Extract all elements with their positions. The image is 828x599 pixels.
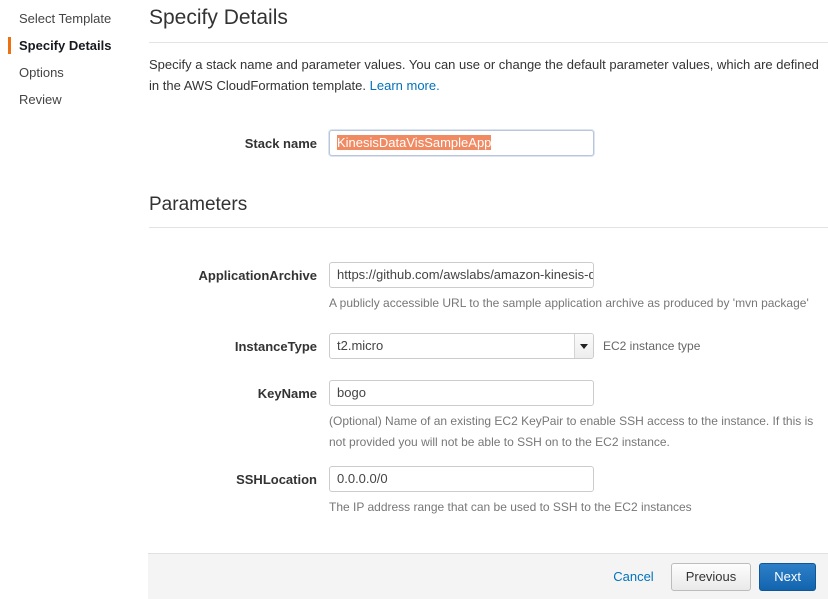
parameter-row-ssh-location: SSHLocation 0.0.0.0/0	[149, 466, 828, 494]
parameter-row-instance-type: InstanceType t2.micro EC2 instance type	[149, 333, 828, 361]
key-name-input[interactable]: bogo	[329, 380, 594, 406]
sidebar-item-label: Review	[19, 92, 62, 107]
application-archive-help-text: A publicly accessible URL to the sample …	[329, 296, 809, 310]
intro-text: Specify a stack name and parameter value…	[149, 57, 819, 93]
sidebar-item-label: Select Template	[19, 11, 112, 26]
ssh-location-field-wrap: 0.0.0.0/0	[329, 466, 828, 492]
active-step-indicator	[8, 37, 11, 54]
ssh-location-input[interactable]: 0.0.0.0/0	[329, 466, 594, 492]
instance-type-select-wrap: t2.micro	[329, 333, 594, 359]
instance-type-label: InstanceType	[234, 339, 317, 354]
ssh-location-label: SSHLocation	[236, 472, 317, 487]
ssh-location-help-text: The IP address range that can be used to…	[329, 500, 692, 514]
parameters-section: Parameters	[149, 193, 828, 228]
stack-name-form: Stack name KinesisDataVisSampleApp	[149, 130, 828, 158]
previous-button[interactable]: Previous	[670, 562, 752, 591]
cancel-button[interactable]: Cancel	[613, 569, 653, 584]
stack-name-input[interactable]: KinesisDataVisSampleApp	[329, 130, 594, 156]
instance-type-side-note: EC2 instance type	[603, 339, 701, 353]
stack-name-row: Stack name KinesisDataVisSampleApp	[149, 130, 828, 158]
parameter-row-key-name: KeyName bogo	[149, 380, 828, 408]
stack-name-field-wrap: KinesisDataVisSampleApp	[329, 130, 828, 156]
parameters-form: ApplicationArchive https://github.com/aw…	[149, 262, 828, 518]
key-name-label: KeyName	[257, 386, 317, 401]
sidebar-item-specify-details[interactable]: Specify Details	[0, 32, 140, 59]
key-name-field-wrap: bogo	[329, 380, 828, 406]
key-name-help-text: (Optional) Name of an existing EC2 KeyPa…	[329, 414, 814, 449]
next-button[interactable]: Next	[759, 562, 816, 591]
parameters-section-title: Parameters	[149, 194, 248, 215]
instance-type-select[interactable]: t2.micro	[329, 333, 594, 359]
specify-details-page: Select Template Specify Details Options …	[0, 0, 828, 599]
application-archive-field-wrap: https://github.com/awslabs/amazon-kinesi…	[329, 262, 828, 288]
wizard-steps-sidebar: Select Template Specify Details Options …	[0, 0, 140, 113]
chevron-down-icon[interactable]	[574, 334, 593, 358]
parameters-divider	[149, 227, 828, 228]
application-archive-input[interactable]: https://github.com/awslabs/amazon-kinesi…	[329, 262, 594, 288]
stack-name-label: Stack name	[244, 136, 317, 151]
stack-name-input-value: KinesisDataVisSampleApp	[337, 135, 492, 150]
sidebar-item-review[interactable]: Review	[0, 86, 140, 113]
sidebar-item-select-template[interactable]: Select Template	[0, 5, 140, 32]
intro-paragraph: Specify a stack name and parameter value…	[149, 54, 828, 96]
wizard-footer: Cancel Previous Next	[148, 553, 828, 599]
page-title: Specify Details	[149, 6, 288, 29]
sidebar-item-label: Specify Details	[19, 38, 112, 53]
learn-more-link[interactable]: Learn more.	[370, 78, 440, 93]
application-archive-label: ApplicationArchive	[198, 268, 317, 283]
parameter-row-application-archive: ApplicationArchive https://github.com/aw…	[149, 262, 828, 290]
main-content: Specify Details Specify a stack name and…	[140, 0, 828, 518]
instance-type-field-wrap: t2.micro EC2 instance type	[329, 333, 828, 359]
sidebar-item-options[interactable]: Options	[0, 59, 140, 86]
sidebar-item-label: Options	[19, 65, 64, 80]
title-divider	[149, 42, 828, 43]
